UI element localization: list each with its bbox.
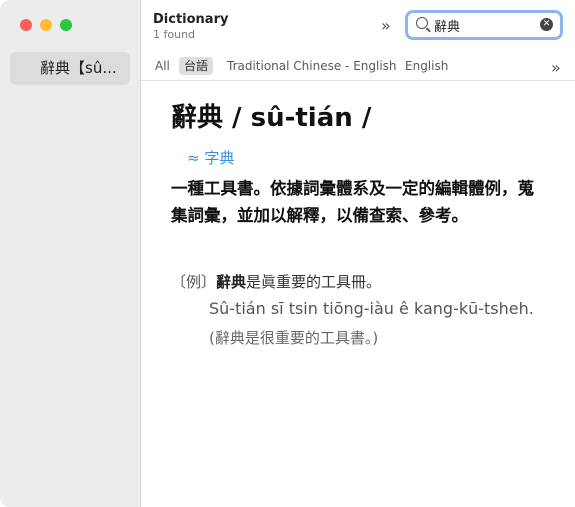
main-pane: Dictionary 1 found » ✕ All 台語 Traditiona…: [141, 0, 575, 507]
example-text: 是眞重要的工具冊。: [246, 273, 382, 291]
entry-content: 辭典 / sû-tián / ≈ 字典 一種工具書。依據詞彙體系及一定的編輯體例…: [141, 81, 575, 507]
entry-definition: 一種工具書。依據詞彙體系及一定的編輯體例，蒐集詞彙，並加以解釋，以備查索、參考。: [171, 179, 534, 225]
close-window-button[interactable]: [20, 19, 32, 31]
example-marker: 〔例〕: [171, 273, 217, 291]
zoom-window-button[interactable]: [60, 19, 72, 31]
minimize-window-button[interactable]: [40, 19, 52, 31]
tab-taiwanese[interactable]: 台語: [179, 57, 214, 75]
tab-all[interactable]: All: [155, 57, 170, 75]
cross-reference-text: 字典: [204, 149, 235, 167]
cross-reference-link[interactable]: ≈ 字典: [187, 147, 234, 168]
example-term: 辭典: [216, 273, 247, 291]
entry-headword: 辭典 / sû-tián /: [171, 103, 372, 133]
sidebar-item-result[interactable]: 辭典【sû...: [10, 52, 130, 85]
result-count: 1 found: [153, 28, 196, 41]
tab-traditional-chinese-english[interactable]: Traditional Chinese - English: [227, 57, 397, 75]
search-icon: [416, 17, 428, 29]
dictionary-window: 辭典【sû... Dictionary 1 found » ✕ All 台語 T…: [0, 0, 575, 507]
tab-english[interactable]: English: [405, 57, 448, 75]
app-title: Dictionary: [153, 12, 229, 27]
tabs-overflow-chevron-icon[interactable]: »: [551, 58, 561, 77]
example-gloss: (辭典是很重要的工具書。): [209, 329, 379, 347]
example-sentence: 〔例〕辭典是眞重要的工具冊。: [171, 271, 381, 292]
example-romanization: Sû-tián sī tsin tiōng-iàu ê kang-kū-tshe…: [209, 299, 534, 318]
sidebar: 辭典【sû...: [0, 0, 141, 507]
clear-search-icon[interactable]: ✕: [540, 18, 553, 31]
search-input[interactable]: [434, 15, 534, 35]
sidebar-item-label: 辭典【sû...: [40, 59, 117, 77]
approx-icon: ≈: [187, 149, 200, 167]
toolbar-overflow-chevron-icon[interactable]: »: [381, 16, 391, 35]
search-field[interactable]: ✕: [405, 10, 563, 40]
